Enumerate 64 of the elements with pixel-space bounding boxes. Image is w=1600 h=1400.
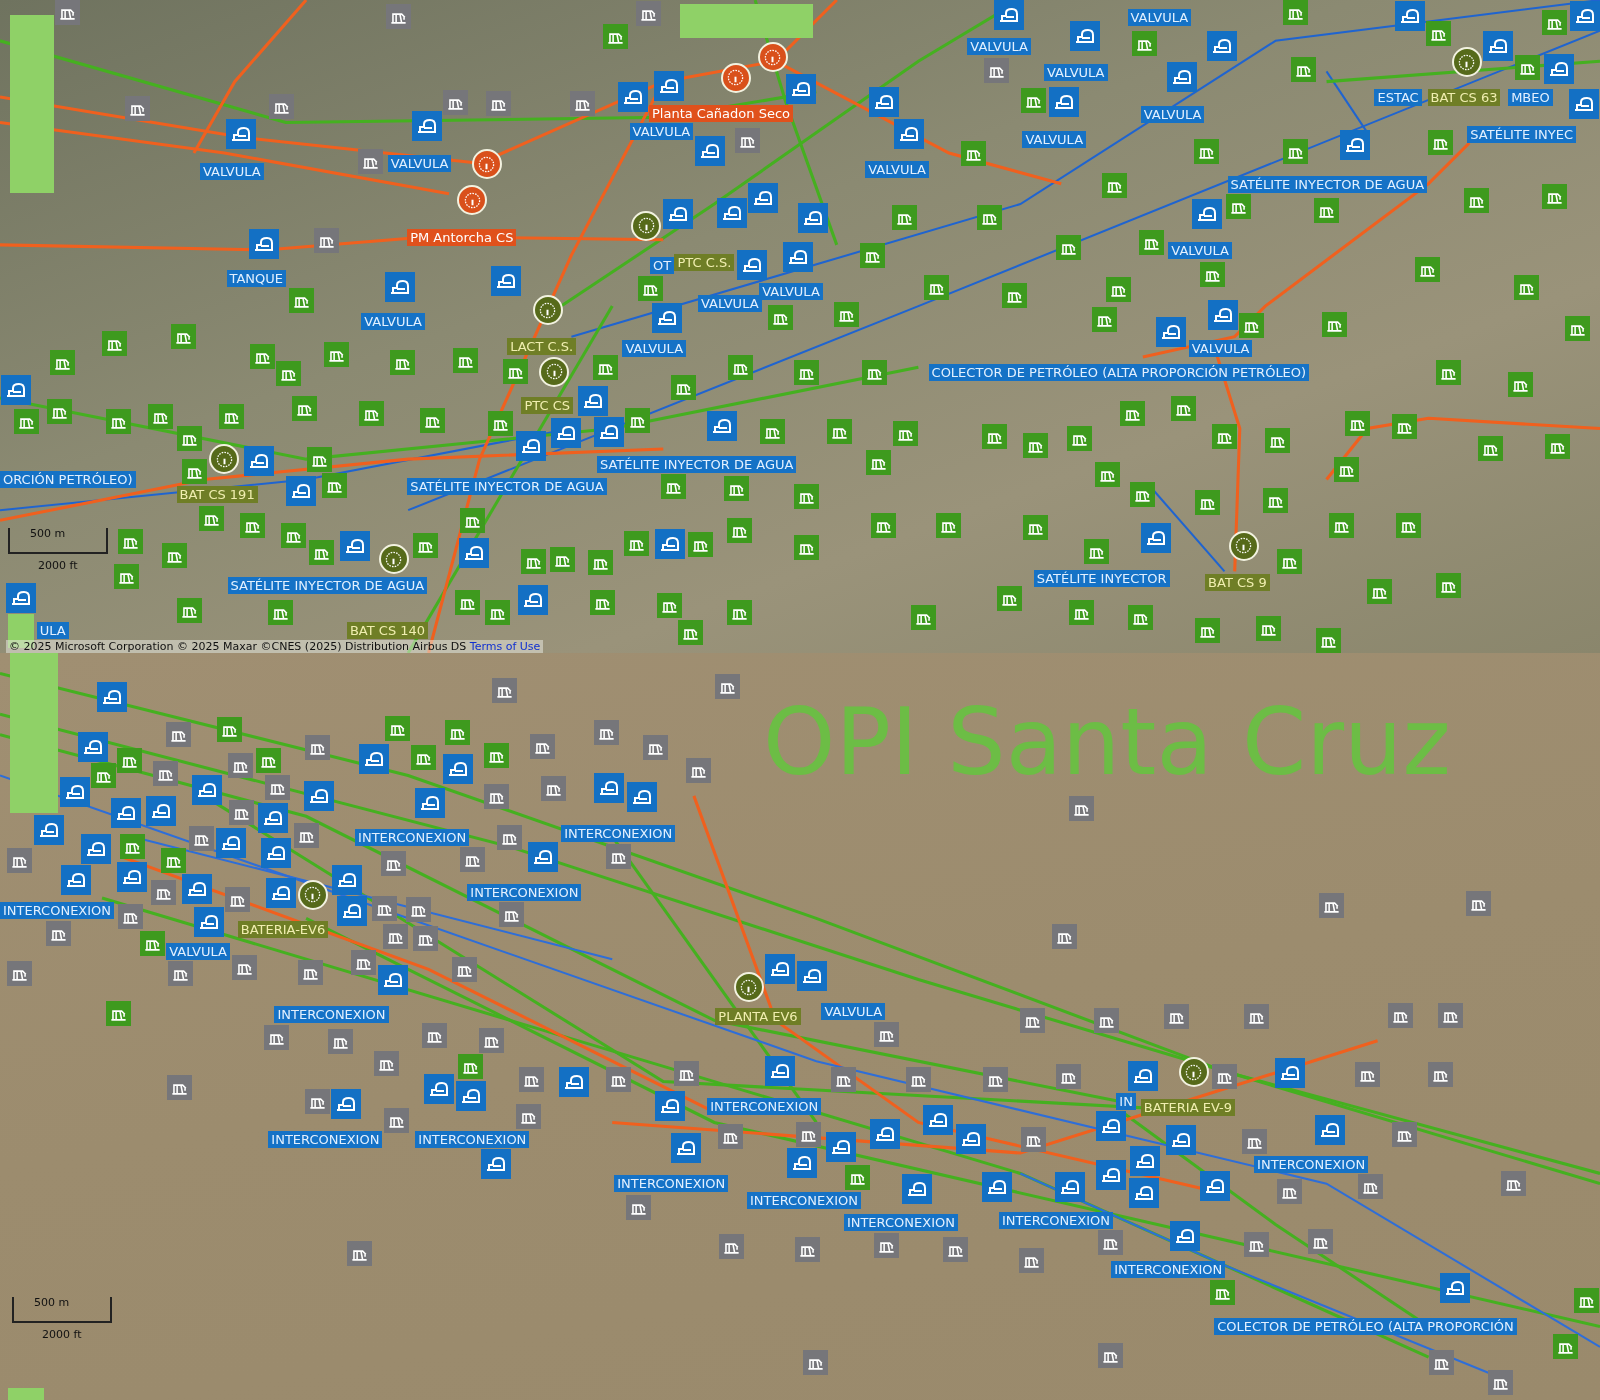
asset-label: INTERCONEXION bbox=[561, 825, 676, 843]
asset-label: SATÉLITE INYECTOR DE AGUA bbox=[596, 456, 797, 474]
asset-label: ORCIÓN PETRÓLEO) bbox=[0, 471, 136, 489]
asset-label: VALVULA bbox=[1168, 241, 1232, 259]
asset-label: VALVULA bbox=[821, 1003, 886, 1020]
asset-label: INTERCONEXION bbox=[746, 1191, 861, 1209]
scale-label: 500 m bbox=[34, 1295, 70, 1311]
asset-label: VALVULA bbox=[1022, 130, 1087, 148]
asset-label: SATÉLITE INYEC bbox=[1467, 125, 1577, 143]
asset-label: COLECTOR DE PETRÓLEO (ALTA PROPORCIÓN bbox=[1214, 1318, 1517, 1336]
asset-label: SATÉLITE INYECTOR DE AGUA bbox=[407, 477, 607, 495]
asset-label: VALVULA bbox=[759, 282, 823, 300]
scale-label: 2000 ft bbox=[38, 558, 78, 574]
battery-label: BATERIA EV-9 bbox=[1140, 1098, 1235, 1116]
asset-label: VALVULA bbox=[622, 339, 687, 357]
asset-label: INTERCONEXION bbox=[0, 901, 115, 919]
asset-label: IN bbox=[1116, 1092, 1136, 1110]
asset-label: INTERCONEXION bbox=[467, 883, 582, 901]
battery-label: PLANTA EV6 bbox=[715, 1008, 801, 1026]
asset-label: SATÉLITE INYECTOR DE AGUA bbox=[1227, 175, 1428, 193]
asset-label: INTERCONEXION bbox=[843, 1214, 958, 1232]
plant-label: PM Antorcha CS bbox=[407, 228, 517, 246]
asset-label: VALVULA bbox=[387, 155, 452, 173]
asset-label: VALVULA bbox=[1140, 106, 1205, 124]
asset-label: MBEO bbox=[1508, 88, 1553, 106]
scale-label: 2000 ft bbox=[42, 1327, 82, 1343]
asset-label: COLECTOR DE PETRÓLEO (ALTA PROPORCIÓN PETRÓLEO) bbox=[928, 364, 1310, 382]
terms-link[interactable]: Terms of Use bbox=[469, 640, 541, 653]
asset-label: VALVULA bbox=[200, 163, 264, 181]
asset-label: INTERCONEXION bbox=[707, 1097, 822, 1115]
asset-label: VALVULA bbox=[166, 942, 230, 960]
plant-label: Planta Cañadon Seco bbox=[648, 105, 793, 123]
map-attribution: © 2025 Microsoft Corporation © 2025 Maxar ©CNES (2025) Distribution Airbus DS Terms of Use bbox=[6, 640, 544, 653]
asset-label: TANQUE bbox=[226, 270, 287, 288]
battery-label: BAT CS 63 bbox=[1427, 88, 1501, 106]
asset-label: VALVULA bbox=[1127, 9, 1192, 27]
asset-label: INTERCONEXION bbox=[415, 1130, 530, 1148]
asset-label: OT bbox=[650, 257, 675, 275]
asset-label: VALVULA bbox=[1043, 64, 1108, 82]
asset-label: INTERCONEXION bbox=[355, 828, 470, 846]
battery-label: BATERIA-EV6 bbox=[237, 921, 329, 939]
asset-label: ULA bbox=[36, 622, 69, 640]
asset-label: ESTAC bbox=[1374, 88, 1422, 106]
asset-label: VALVULA bbox=[697, 294, 762, 312]
battery-label: BAT CS 140 bbox=[346, 622, 429, 640]
asset-label: INTERCONEXION bbox=[998, 1212, 1113, 1230]
asset-label: VALVULA bbox=[865, 161, 929, 179]
asset-label: INTERCONEXION bbox=[274, 1006, 389, 1024]
battery-label: BAT CS 191 bbox=[176, 485, 258, 503]
scale-label: 500 m bbox=[30, 526, 66, 542]
asset-label: VALVULA bbox=[629, 123, 694, 141]
asset-label: INTERCONEXION bbox=[1254, 1156, 1369, 1174]
battery-label: PTC C.S. bbox=[674, 254, 735, 272]
asset-label: VALVULA bbox=[361, 313, 425, 331]
asset-label: INTERCONEXION bbox=[268, 1130, 383, 1148]
asset-label: INTERCONEXION bbox=[614, 1175, 729, 1193]
battery-label: BAT CS 9 bbox=[1205, 574, 1270, 592]
asset-label: SATÉLITE INYECTOR bbox=[1033, 570, 1170, 588]
asset-label: VALVULA bbox=[967, 37, 1031, 55]
asset-label: SATÉLITE INYECTOR DE AGUA bbox=[227, 576, 428, 594]
asset-label: INTERCONEXION bbox=[1111, 1261, 1226, 1279]
battery-label: LACT C.S. bbox=[507, 337, 577, 355]
battery-label: PTC CS bbox=[521, 396, 573, 414]
asset-label: VALVULA bbox=[1188, 339, 1253, 357]
